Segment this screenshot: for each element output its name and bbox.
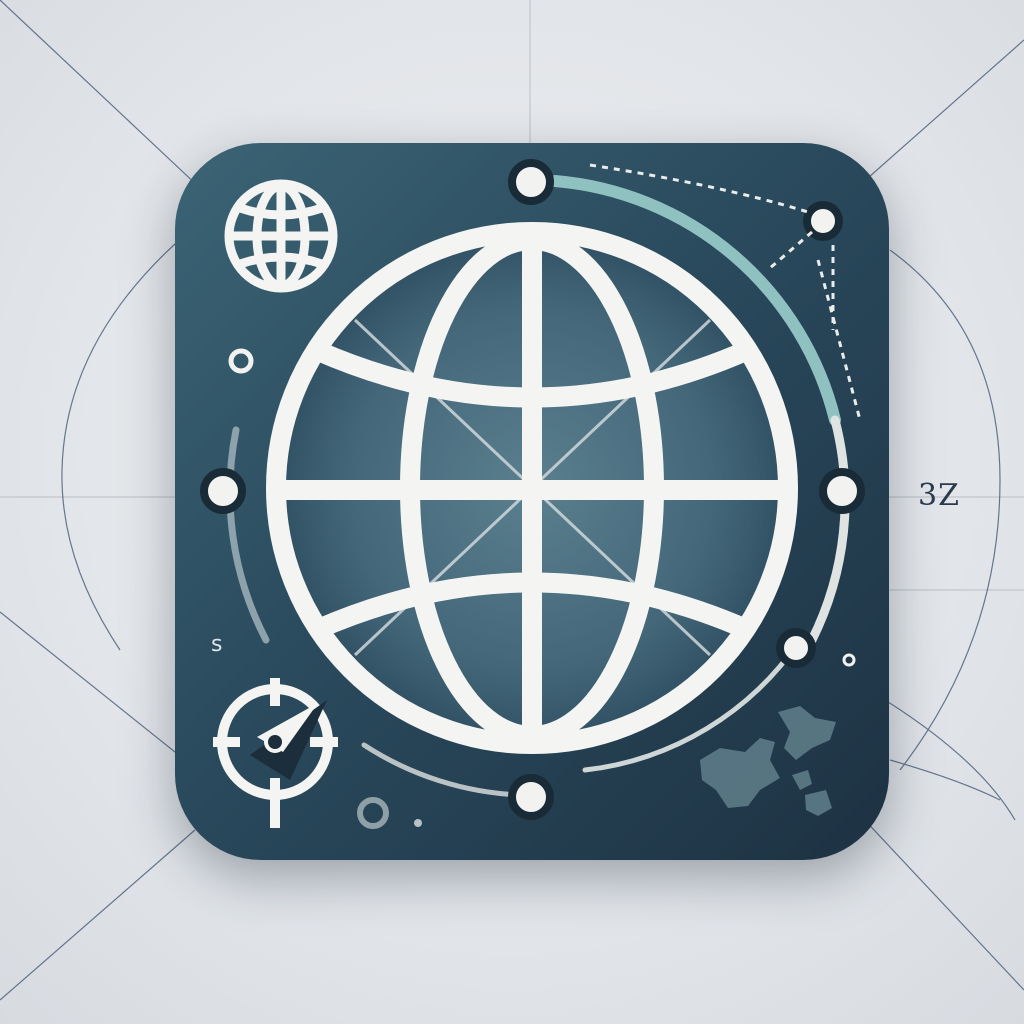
node-left xyxy=(200,468,246,514)
side-number-label: 3Z xyxy=(918,478,960,513)
node-bottom xyxy=(508,774,554,820)
globe-icon xyxy=(266,222,798,754)
node-top xyxy=(508,159,554,205)
side-letter-label: s xyxy=(211,632,223,657)
small-globe-icon xyxy=(224,179,338,293)
node-lower-right xyxy=(776,628,816,668)
node-right xyxy=(819,468,865,514)
app-icon-tile xyxy=(175,143,889,860)
